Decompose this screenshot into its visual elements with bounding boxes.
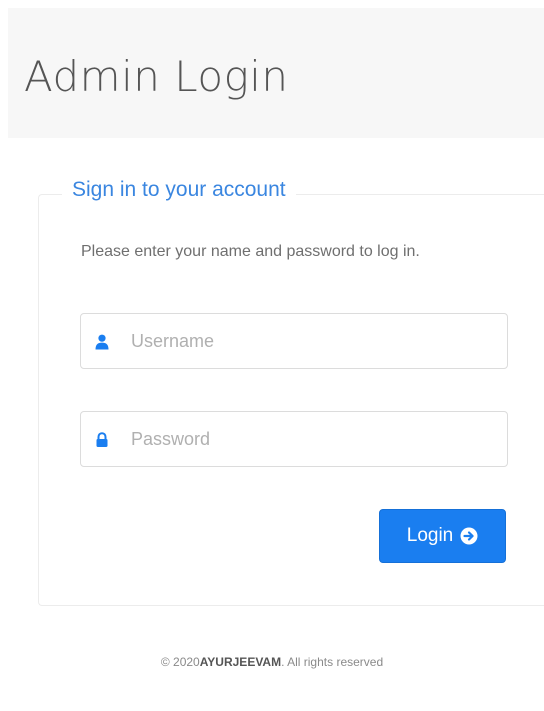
password-field[interactable] (80, 411, 508, 467)
page-title: Admin Login (24, 52, 289, 101)
copyright-suffix: . All rights reserved (281, 655, 384, 669)
copyright-prefix: © 2020 (160, 655, 200, 669)
form-legend: Sign in to your account (62, 178, 296, 202)
lock-icon (96, 432, 108, 447)
login-button[interactable]: Login (379, 509, 506, 563)
username-field[interactable] (80, 313, 508, 369)
username-input[interactable] (131, 322, 491, 360)
password-input[interactable] (131, 420, 491, 458)
login-instructions: Please enter your name and password to l… (81, 243, 420, 260)
copyright-footer: © 2020AYURJEEVAM. All rights reserved (0, 655, 544, 669)
user-icon (95, 334, 109, 350)
login-page: Admin Login Sign in to your account Plea… (0, 0, 544, 711)
brand-name: AYURJEEVAM (199, 655, 282, 669)
login-button-label: Login (406, 525, 454, 546)
arrow-circle-right-icon (460, 527, 478, 545)
